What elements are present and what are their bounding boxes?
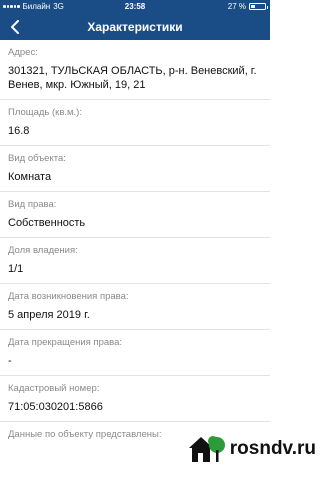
field-value: 1/1	[8, 263, 24, 275]
field-ownership-share: Доля владения: 1/1	[0, 238, 270, 284]
field-area: Площадь (кв.м.): 16.8	[0, 100, 270, 146]
field-value: Собственность	[8, 217, 86, 229]
characteristics-list[interactable]: Адрес: 301321, ТУЛЬСКАЯ ОБЛАСТЬ, р-н. Ве…	[0, 40, 270, 480]
battery-info: 27 %	[227, 2, 268, 11]
field-label: Вид объекта:	[8, 153, 66, 164]
field-right-start-date: Дата возникновения права: 5 апреля 2019 …	[0, 284, 270, 330]
watermark: rosndv.ru	[185, 432, 316, 466]
field-object-type: Вид объекта: Комната	[0, 146, 270, 192]
field-value: Комната	[8, 171, 52, 183]
battery-icon	[249, 3, 268, 10]
battery-fill	[251, 5, 255, 8]
field-label: Вид права:	[8, 199, 57, 210]
field-address: Адрес: 301321, ТУЛЬСКАЯ ОБЛАСТЬ, р-н. Ве…	[0, 40, 270, 100]
field-right-end-date: Дата прекращения права: -	[0, 330, 270, 376]
chevron-left-icon	[11, 20, 19, 34]
battery-percent: 27 %	[227, 2, 246, 11]
status-bar: Билайн 3G 23:58 27 %	[0, 0, 270, 14]
house-tree-icon	[188, 436, 225, 462]
field-label: Адрес:	[8, 47, 38, 58]
field-label: Площадь (кв.м.):	[8, 107, 82, 118]
back-button[interactable]	[0, 14, 30, 40]
field-value: 71:05:030201:5866	[8, 401, 103, 413]
field-label: Дата возникновения права:	[8, 291, 129, 302]
nav-bar: Характеристики	[0, 14, 270, 40]
field-value: 16.8	[8, 125, 30, 137]
field-cadastral-number: Кадастровый номер: 71:05:030201:5866	[0, 376, 270, 422]
field-label: Кадастровый номер:	[8, 383, 100, 394]
field-right-type: Вид права: Собственность	[0, 192, 270, 238]
page-title: Характеристики	[87, 20, 183, 34]
field-label: Дата прекращения права:	[8, 337, 123, 348]
watermark-text: rosndv.ru	[229, 438, 316, 459]
field-label: Доля владения:	[8, 245, 78, 256]
field-value: 301321, ТУЛЬСКАЯ ОБЛАСТЬ, р-н. Веневский…	[8, 65, 257, 91]
field-value: -	[8, 355, 12, 367]
field-value: 5 апреля 2019 г.	[8, 309, 90, 321]
